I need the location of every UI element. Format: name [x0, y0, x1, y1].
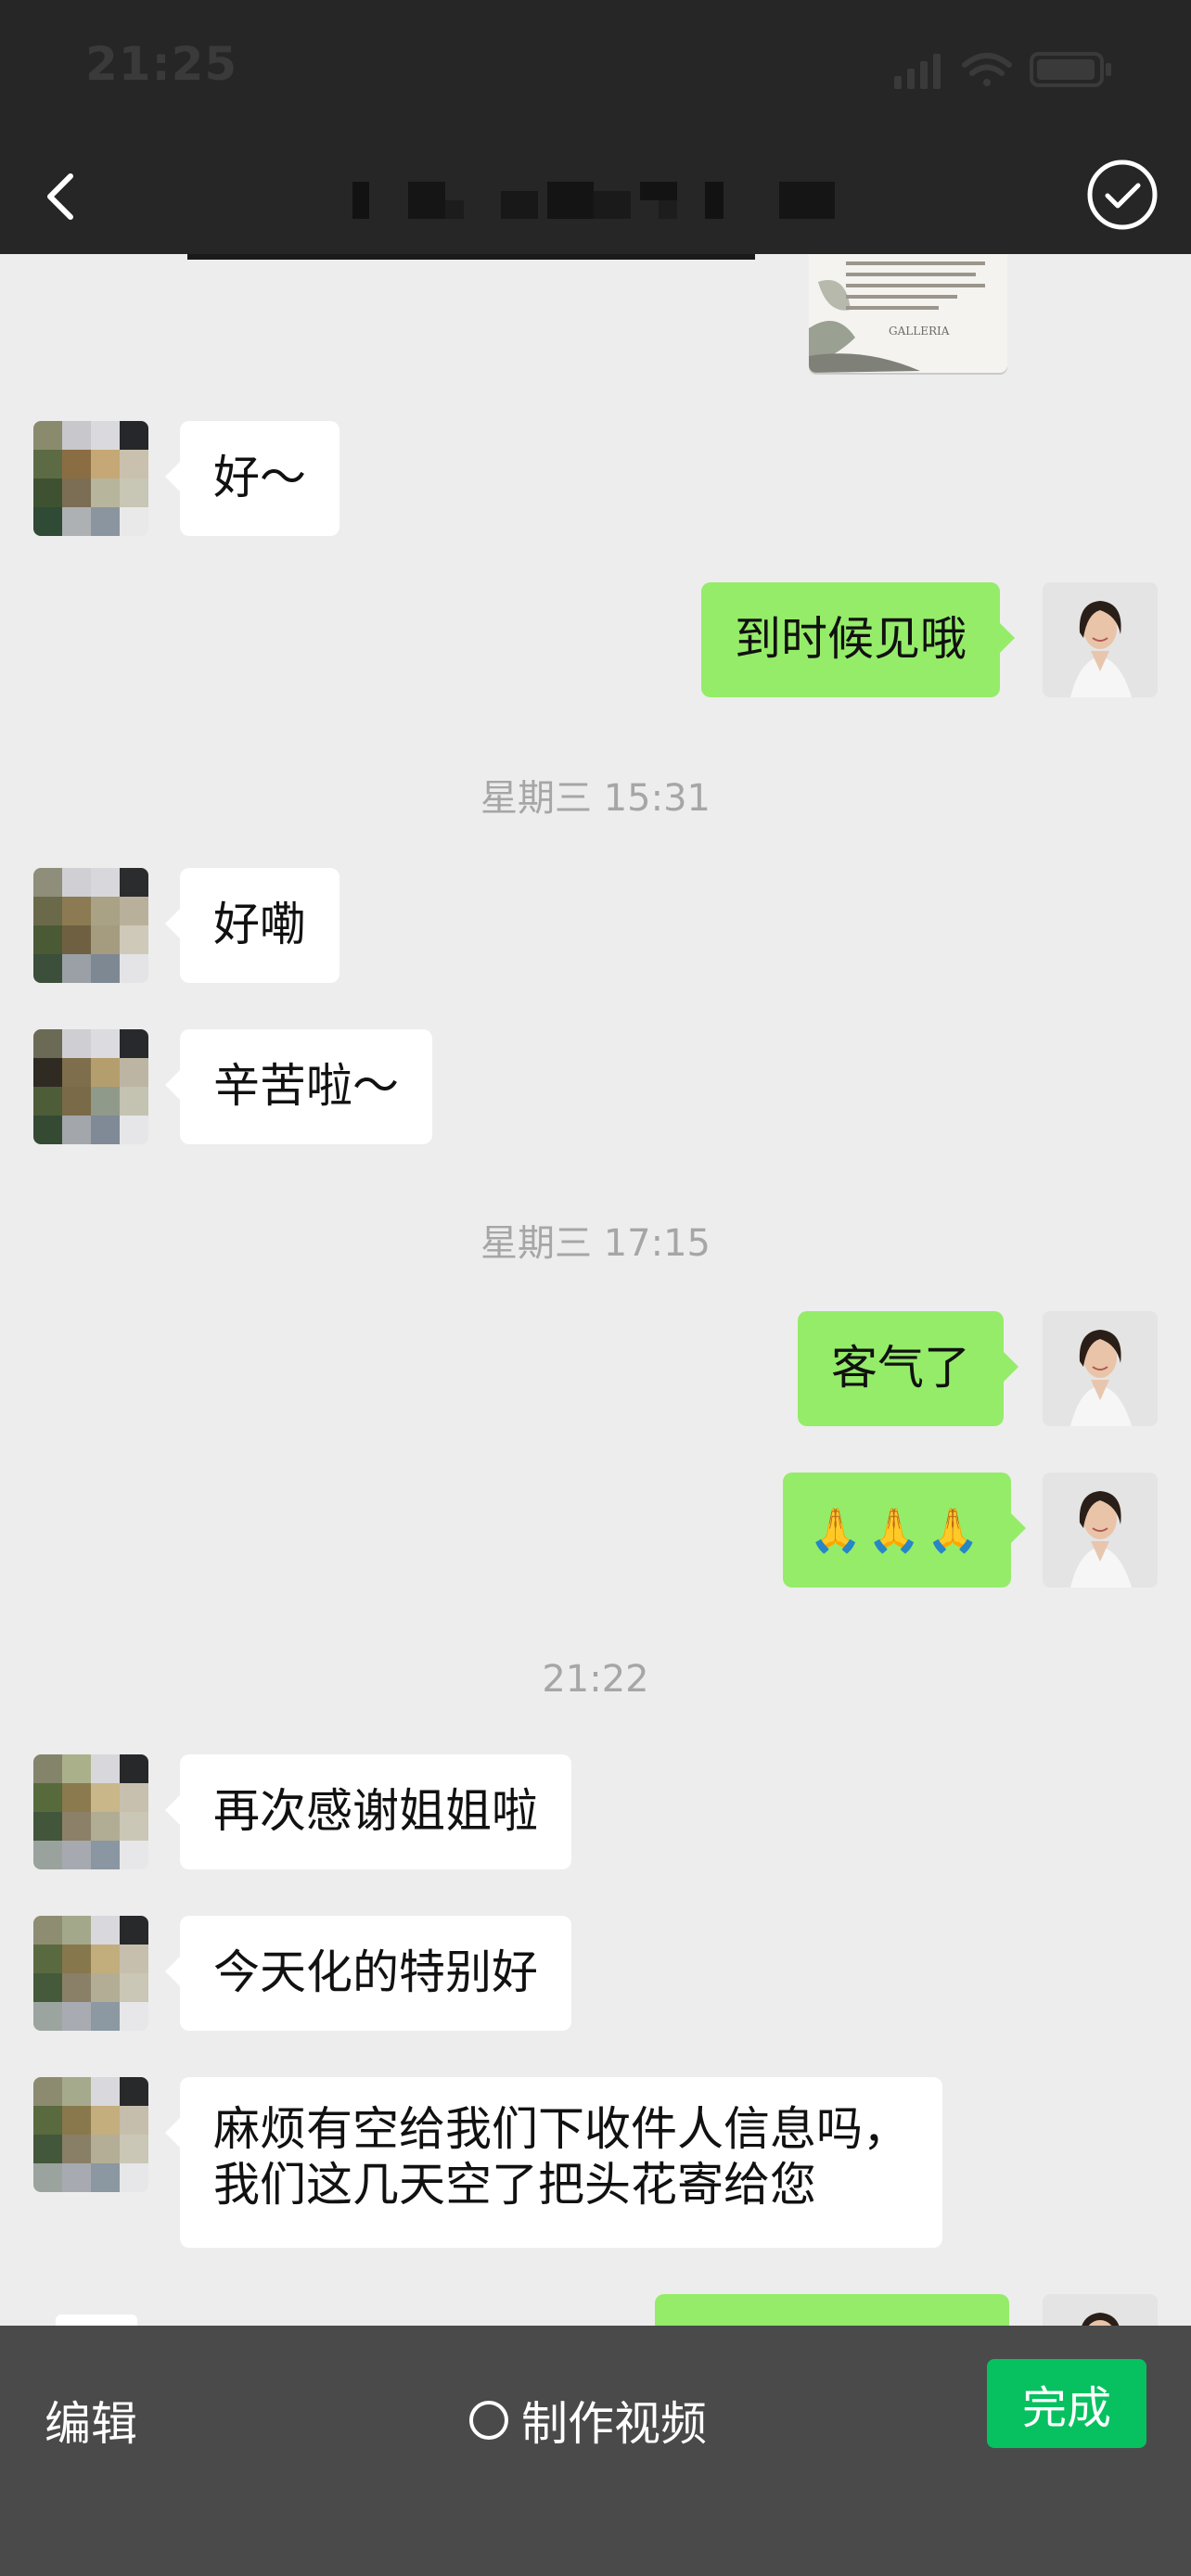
- nav-bar: [0, 139, 1191, 254]
- message-line: 麻烦有空给我们下收件人信息吗，: [213, 2102, 909, 2156]
- status-icons: [894, 52, 1111, 89]
- status-time: 21:25: [85, 37, 238, 91]
- avatar-self[interactable]: [1043, 582, 1158, 697]
- avatar-self[interactable]: [1043, 1311, 1158, 1426]
- image-card-brand: GALLERIA: [889, 325, 950, 338]
- message-row: 🙏🙏🙏: [0, 1473, 1191, 1588]
- timestamp: 21:22: [542, 1658, 649, 1701]
- timestamp: 星期三 17:15: [480, 1222, 711, 1265]
- status-bar: 21:25: [0, 0, 1191, 139]
- message-row: 麻烦有空给我们下收件人信息吗， 我们这几天空了把头花寄给您: [0, 2077, 1191, 2248]
- message-row: 今天化的特别好: [0, 1916, 1191, 2031]
- signal-icon: [894, 54, 941, 89]
- avatar-self[interactable]: [1043, 1473, 1158, 1588]
- back-arrow-icon[interactable]: [33, 159, 93, 234]
- message-bubble-incoming[interactable]: 麻烦有空给我们下收件人信息吗， 我们这几天空了把头花寄给您: [165, 2077, 942, 2248]
- message-bubble-outgoing[interactable]: 🙏🙏🙏: [783, 1473, 1026, 1588]
- profile-photo: [1043, 1311, 1158, 1426]
- message-row: 再次感谢姐姐啦: [0, 1754, 1191, 1869]
- message-line: 我们这几天空了把头花寄给您: [213, 2158, 816, 2212]
- chat-title-mosaic: [352, 182, 835, 219]
- battery-icon: [1030, 52, 1111, 87]
- message-row: 客气了: [0, 1311, 1191, 1426]
- done-button[interactable]: 完成: [987, 2359, 1146, 2448]
- message-bubble-incoming[interactable]: 好嘞: [165, 868, 339, 983]
- profile-photo: [1043, 2294, 1158, 2326]
- image-message-card[interactable]: GALLERIA: [809, 254, 1007, 373]
- timestamp: 星期三 15:31: [480, 777, 711, 820]
- avatar-contact[interactable]: [33, 868, 148, 983]
- avatar-contact[interactable]: [33, 1029, 148, 1144]
- radio-circle-icon[interactable]: [469, 2401, 508, 2440]
- avatar-contact[interactable]: [33, 421, 148, 536]
- message-row: 好～: [0, 421, 1191, 536]
- praying-hands-emoji: 🙏🙏🙏: [809, 1505, 985, 1555]
- chat-area[interactable]: GALLERIA 好～ 到时候见哦 星期三 15:31 好嘞 辛苦啦～ 星期三 …: [0, 254, 1191, 2326]
- make-video-toggle[interactable]: 制作视频: [469, 2387, 707, 2454]
- wifi-icon: [962, 53, 1012, 86]
- avatar-contact[interactable]: [33, 1754, 148, 1869]
- message-row: 好嘞: [0, 868, 1191, 983]
- message-row: 到时候见哦: [0, 582, 1191, 697]
- make-video-label: 制作视频: [521, 2397, 707, 2451]
- flower-illustration-icon: [809, 261, 985, 373]
- profile-photo: [1043, 1473, 1158, 1588]
- profile-photo: [1043, 582, 1158, 697]
- edit-button[interactable]: 编辑: [45, 2387, 137, 2454]
- avatar-contact[interactable]: [33, 2077, 148, 2192]
- message-bubble-outgoing[interactable]: 客气了: [798, 1311, 1018, 1426]
- message-bubble-outgoing[interactable]: 到时候见哦: [701, 582, 1015, 697]
- message-bubble-incoming[interactable]: 好～: [165, 421, 339, 536]
- message-bubble-incoming[interactable]: 再次感谢姐姐啦: [165, 1754, 571, 1869]
- selection-indicator: [56, 2315, 137, 2326]
- message-bubble-incoming[interactable]: 今天化的特别好: [165, 1916, 571, 2031]
- bottom-toolbar: 编辑 制作视频 完成: [0, 2326, 1191, 2576]
- done-button-label: 完成: [1021, 2382, 1111, 2434]
- message-bubble-outgoing-partial[interactable]: [655, 2294, 1009, 2326]
- previous-message-edge: [187, 254, 755, 260]
- message-row: 辛苦啦～: [0, 1029, 1191, 1144]
- avatar-self-partial[interactable]: [1043, 2294, 1158, 2326]
- message-bubble-incoming[interactable]: 辛苦啦～: [165, 1029, 432, 1144]
- avatar-contact[interactable]: [33, 1916, 148, 2031]
- checkmark-circle-icon[interactable]: [1085, 158, 1159, 232]
